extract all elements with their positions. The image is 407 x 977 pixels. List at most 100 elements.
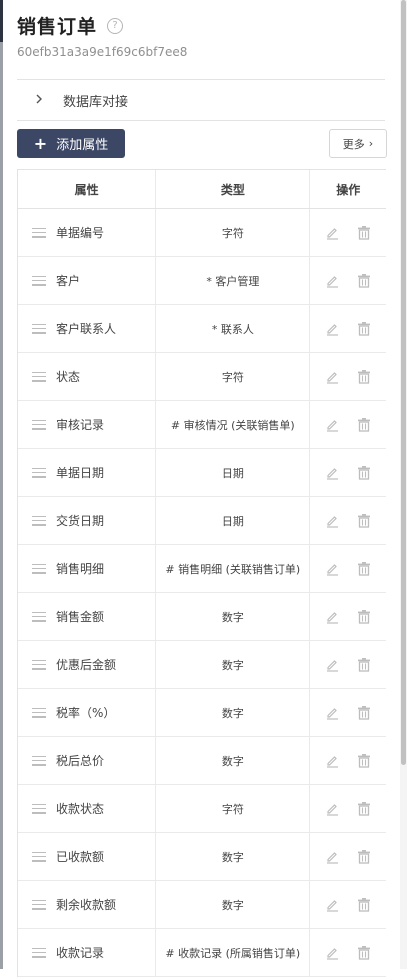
header-property: 属性 [18, 170, 157, 208]
delete-icon[interactable] [354, 847, 374, 867]
drag-handle-icon[interactable] [32, 323, 46, 334]
property-cell: 税率（%） [18, 689, 157, 736]
delete-icon[interactable] [354, 895, 374, 915]
more-label: 更多 [342, 137, 365, 151]
delete-icon[interactable] [354, 367, 374, 387]
drag-handle-icon[interactable] [32, 227, 46, 238]
database-connect-label: 数据库对接 [63, 94, 129, 110]
drag-handle-icon[interactable] [32, 659, 46, 670]
edit-icon[interactable] [322, 223, 342, 243]
table-row: 收款状态 字符 [18, 785, 386, 833]
delete-icon[interactable] [354, 943, 374, 963]
actions-cell [310, 833, 386, 880]
delete-icon[interactable] [354, 463, 374, 483]
add-property-button[interactable]: + 添加属性 [17, 129, 125, 158]
type-cell: 字符 [156, 785, 311, 832]
table-row: 单据日期 日期 [18, 449, 386, 497]
scrollbar-track[interactable] [400, 0, 407, 969]
header-actions: 操作 [336, 182, 361, 197]
property-cell: 客户 [18, 257, 157, 304]
type-cell: 数字 [156, 689, 311, 736]
drag-handle-icon[interactable] [32, 755, 46, 766]
edit-icon[interactable] [322, 463, 342, 483]
drag-handle-icon[interactable] [32, 851, 46, 862]
edit-icon[interactable] [322, 607, 342, 627]
table-row: 剩余收款额 数字 [18, 881, 386, 929]
chevron-right-icon: › [368, 137, 374, 150]
left-edge [0, 0, 3, 969]
table-row: 单据编号 字符 [18, 209, 386, 257]
type-cell: 数字 [156, 593, 311, 640]
delete-icon[interactable] [354, 319, 374, 339]
delete-icon[interactable] [354, 559, 374, 579]
edit-icon[interactable] [322, 847, 342, 867]
property-name: 已收款额 [56, 850, 105, 864]
delete-icon[interactable] [354, 271, 374, 291]
drag-handle-icon[interactable] [32, 803, 46, 814]
drag-handle-icon[interactable] [32, 899, 46, 910]
edit-icon[interactable] [322, 415, 342, 435]
delete-icon[interactable] [354, 655, 374, 675]
edit-icon[interactable] [322, 943, 342, 963]
property-name: 收款状态 [56, 802, 105, 816]
delete-icon[interactable] [354, 799, 374, 819]
drag-handle-icon[interactable] [32, 419, 46, 430]
delete-icon[interactable] [354, 223, 374, 243]
actions-cell [310, 353, 386, 400]
edit-icon[interactable] [322, 271, 342, 291]
table-row: 状态 字符 [18, 353, 386, 401]
type-cell: 数字 [156, 833, 311, 880]
actions-cell [310, 497, 386, 544]
actions-cell [310, 881, 386, 928]
database-connect-section[interactable]: 数据库对接 [17, 79, 385, 121]
drag-handle-icon[interactable] [32, 275, 46, 286]
edit-icon[interactable] [322, 751, 342, 771]
property-name: 收款记录 [56, 946, 105, 960]
actions-cell [310, 545, 386, 592]
table-row: 已收款额 数字 [18, 833, 386, 881]
drag-handle-icon[interactable] [32, 467, 46, 478]
property-name: 税后总价 [56, 754, 105, 768]
edit-icon[interactable] [322, 559, 342, 579]
edit-icon[interactable] [322, 511, 342, 531]
actions-cell [310, 257, 386, 304]
delete-icon[interactable] [354, 415, 374, 435]
edit-icon[interactable] [322, 655, 342, 675]
delete-icon[interactable] [354, 511, 374, 531]
add-property-label: 添加属性 [56, 138, 109, 153]
type-cell: 日期 [156, 449, 311, 496]
property-cell: 收款状态 [18, 785, 157, 832]
scrollbar-thumb[interactable] [401, 0, 406, 765]
property-name: 交货日期 [56, 514, 105, 528]
type-cell: 字符 [156, 209, 311, 256]
edit-icon[interactable] [322, 367, 342, 387]
table-row: 客户 * 客户管理 [18, 257, 386, 305]
property-cell: 剩余收款额 [18, 881, 157, 928]
type-cell: 数字 [156, 881, 311, 928]
page-title: 销售订单 [17, 16, 98, 38]
help-icon[interactable]: ? [107, 17, 124, 34]
property-name: 优惠后金额 [56, 658, 117, 672]
type-cell: # 销售明细 (关联销售订单) [156, 545, 311, 592]
edit-icon[interactable] [322, 319, 342, 339]
actions-cell [310, 785, 386, 832]
actions-cell [310, 449, 386, 496]
drag-handle-icon[interactable] [32, 947, 46, 958]
drag-handle-icon[interactable] [32, 563, 46, 574]
delete-icon[interactable] [354, 703, 374, 723]
page-header: 销售订单 ? 60efb31a3a9e1f69c6bf7ee8 [17, 12, 187, 59]
edit-icon[interactable] [322, 895, 342, 915]
drag-handle-icon[interactable] [32, 707, 46, 718]
edit-icon[interactable] [322, 799, 342, 819]
delete-icon[interactable] [354, 751, 374, 771]
drag-handle-icon[interactable] [32, 515, 46, 526]
edit-icon[interactable] [322, 703, 342, 723]
property-cell: 税后总价 [18, 737, 157, 784]
actions-cell [310, 593, 386, 640]
more-button[interactable]: 更多 › [329, 129, 387, 158]
drag-handle-icon[interactable] [32, 611, 46, 622]
type-cell: 数字 [156, 641, 311, 688]
drag-handle-icon[interactable] [32, 371, 46, 382]
actions-cell [310, 737, 386, 784]
delete-icon[interactable] [354, 607, 374, 627]
